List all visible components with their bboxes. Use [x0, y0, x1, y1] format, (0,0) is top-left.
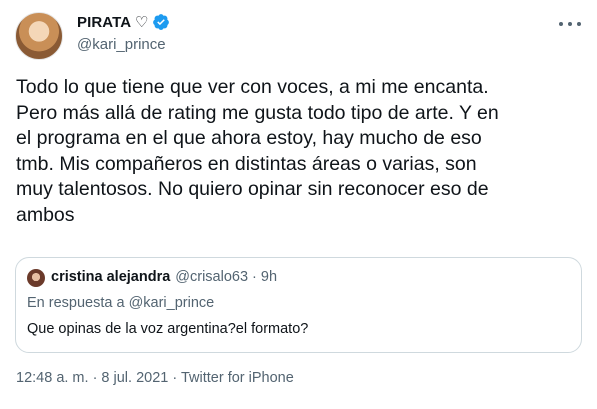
verified-badge-icon: [153, 14, 170, 30]
author-display-name[interactable]: PIRATA ♡: [77, 13, 148, 31]
more-options-icon[interactable]: [559, 20, 581, 28]
tweet-timestamp[interactable]: 12:48 a. m. · 8 jul. 2021 · Twitter for …: [16, 370, 294, 386]
quoted-tweet-text: Que opinas de la voz argentina?el format…: [27, 321, 309, 337]
quoted-reply-context: En respuesta a @kari_prince: [27, 295, 215, 311]
author-avatar[interactable]: [15, 12, 63, 60]
quoted-author-meta: @crisalo63 · 9h: [175, 269, 278, 285]
quoted-author-avatar[interactable]: [27, 269, 45, 287]
tweet-text: Todo lo que tiene que ver con voces, a m…: [16, 76, 499, 226]
quoted-author-name[interactable]: cristina alejandra: [51, 269, 170, 285]
author-handle[interactable]: @kari_prince: [77, 36, 166, 53]
quoted-tweet-header: cristina alejandra @crisalo63 · 9h: [51, 269, 277, 285]
tweet-card: PIRATA ♡ @kari_prince Todo lo que tiene …: [0, 0, 597, 409]
author-name-row[interactable]: PIRATA ♡: [77, 13, 170, 31]
quoted-tweet[interactable]: cristina alejandra @crisalo63 · 9h En re…: [15, 257, 582, 353]
